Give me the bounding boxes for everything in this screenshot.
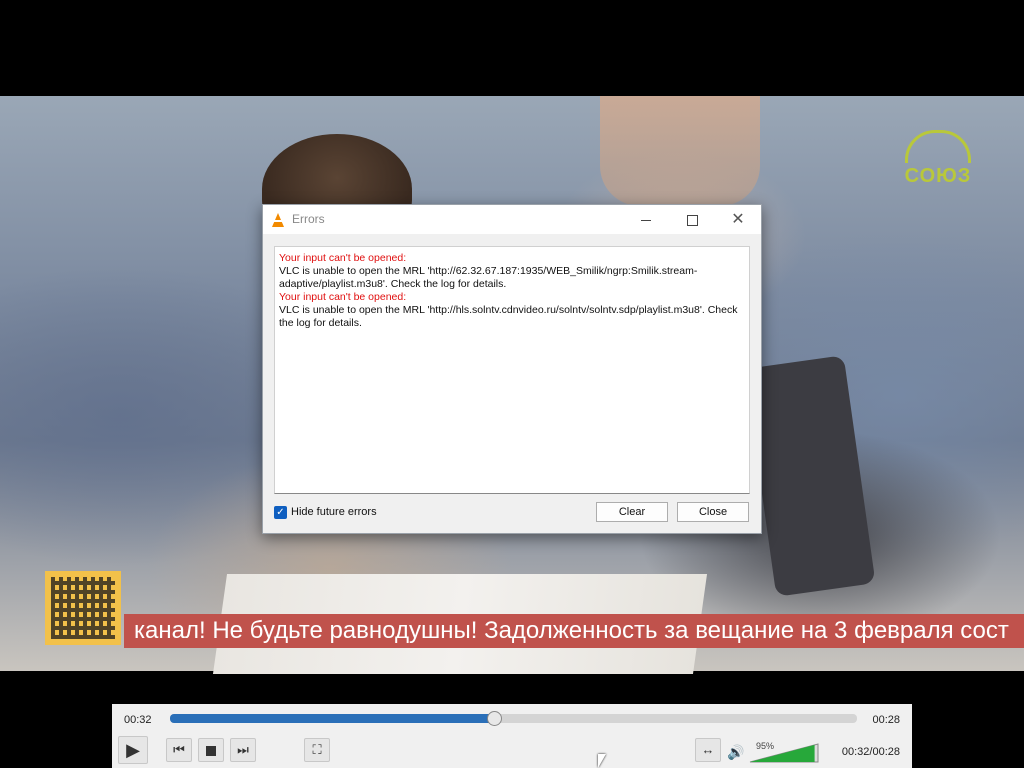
- minimize-icon: [641, 219, 651, 221]
- play-icon: ▶: [126, 740, 140, 760]
- error-heading-2: Your input can't be opened:: [279, 291, 407, 303]
- ticker-text: канал! Не будьте равнодушны! Задолженнос…: [134, 617, 1009, 644]
- dialog-titlebar[interactable]: Errors ✕: [263, 205, 761, 235]
- dialog-title: Errors: [292, 212, 325, 226]
- errors-dialog: Errors ✕ Your input can't be opened: VLC…: [262, 204, 762, 534]
- play-button[interactable]: ▶: [118, 736, 148, 764]
- previous-icon: ⏮: [173, 742, 185, 757]
- mouse-cursor: [598, 754, 606, 768]
- seek-bar-fill: [170, 714, 493, 723]
- seek-handle[interactable]: [486, 711, 502, 726]
- close-button[interactable]: Close: [677, 502, 749, 522]
- minimize-button[interactable]: [623, 205, 669, 234]
- speaker-icon[interactable]: 🔊: [727, 744, 744, 761]
- volume-percent: 95%: [756, 741, 775, 751]
- channel-logo: СОЮЗ: [898, 130, 978, 188]
- stop-button[interactable]: [198, 738, 224, 762]
- horizontal-arrows-icon: ↔: [701, 742, 715, 757]
- close-icon: ✕: [731, 211, 745, 228]
- maximize-icon: [686, 214, 698, 226]
- maximize-button[interactable]: [669, 205, 715, 234]
- window-close-button[interactable]: ✕: [715, 205, 761, 234]
- fullscreen-button[interactable]: ⛶: [304, 738, 330, 762]
- aspect-button[interactable]: ↔: [695, 738, 721, 762]
- crown-icon: [905, 130, 971, 163]
- next-button[interactable]: ⏭: [230, 738, 256, 762]
- total-time: 00:32/00:28: [841, 746, 900, 758]
- time-elapsed: 00:32: [124, 714, 152, 726]
- player-controls: 00:32 00:28 ▶ ⏮ ⏭ ⛶ ↔ 🔊 95% 00:32/00:28: [112, 704, 912, 768]
- error-body-1: VLC is unable to open the MRL 'http://62…: [279, 265, 698, 290]
- error-log[interactable]: Your input can't be opened: VLC is unabl…: [274, 246, 750, 494]
- fullscreen-icon: ⛶: [312, 742, 322, 757]
- hide-future-errors-checkbox[interactable]: ✓: [274, 506, 287, 519]
- stop-icon: [206, 745, 216, 756]
- qr-code-icon: [45, 571, 121, 645]
- next-icon: ⏭: [237, 742, 249, 757]
- hide-future-errors-label[interactable]: Hide future errors: [291, 506, 377, 518]
- time-remaining: 00:28: [872, 714, 900, 726]
- news-ticker: канал! Не будьте равнодушны! Задолженнос…: [124, 614, 1024, 648]
- seek-bar[interactable]: [170, 711, 857, 726]
- clear-button[interactable]: Clear: [596, 502, 668, 522]
- channel-logo-text: СОЮЗ: [904, 165, 972, 187]
- error-heading-1: Your input can't be opened:: [279, 252, 407, 264]
- previous-button[interactable]: ⏮: [166, 738, 192, 762]
- error-body-2: VLC is unable to open the MRL 'http://hl…: [279, 304, 738, 329]
- video-scene-pillow: [744, 355, 876, 597]
- video-scene-legs: [600, 96, 760, 206]
- vlc-cone-stripe: [273, 220, 283, 222]
- dialog-footer: ✓ Hide future errors Clear Close: [274, 502, 750, 524]
